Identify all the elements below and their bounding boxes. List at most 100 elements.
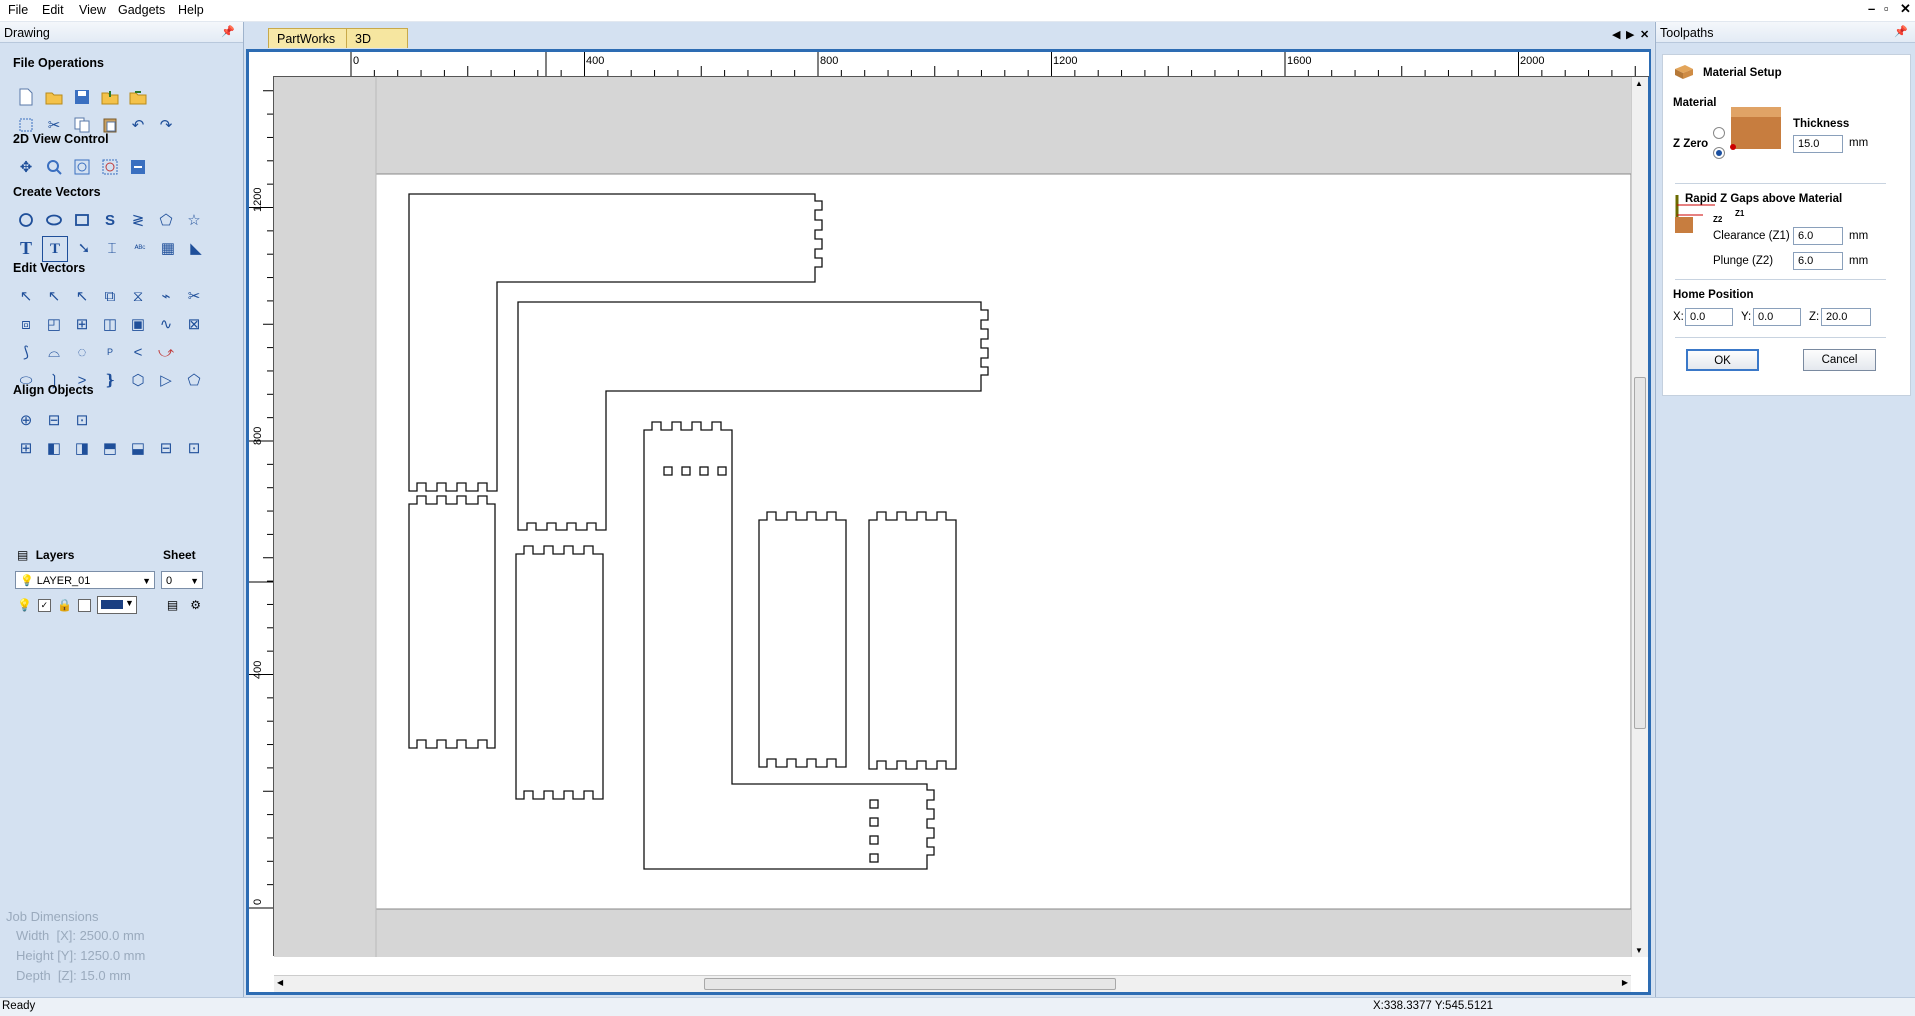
redo-icon[interactable]: ↷ xyxy=(154,113,178,137)
dimension-icon[interactable]: ◣ xyxy=(184,236,208,260)
auto-layout-text-icon[interactable]: ⌶ xyxy=(100,236,124,260)
text-icon[interactable]: T xyxy=(14,236,38,260)
distort-icon[interactable]: ⊞ xyxy=(70,312,94,336)
menu-edit[interactable]: Edit xyxy=(42,3,64,17)
layer-lock-icon[interactable]: 🔒 xyxy=(57,598,72,612)
drawing-view[interactable] xyxy=(274,77,1631,957)
home-x-input[interactable]: 0.0 xyxy=(1685,308,1733,326)
menu-view[interactable]: View xyxy=(79,3,106,17)
align-left-icon[interactable]: ◧ xyxy=(42,436,66,460)
home-z-input[interactable]: 20.0 xyxy=(1821,308,1871,326)
text-arc-icon[interactable]: ᴬᴮᶜ xyxy=(128,236,152,260)
text-box-icon[interactable]: T xyxy=(42,236,68,262)
align-right-icon[interactable]: ◨ xyxy=(70,436,94,460)
scroll-tabs-left-icon[interactable]: ◀ xyxy=(1612,28,1620,41)
text-on-curve-icon[interactable]: ➘ xyxy=(72,236,96,260)
close-vector-icon[interactable]: ◌ xyxy=(70,340,94,364)
align-center-icon[interactable]: ⊕ xyxy=(14,408,38,432)
home-y-input[interactable]: 0.0 xyxy=(1753,308,1801,326)
dogbone-icon[interactable]: ⟆ xyxy=(14,340,38,364)
pan-icon[interactable]: ✥ xyxy=(14,155,38,179)
polygon-icon[interactable]: ⬠ xyxy=(154,208,178,232)
offset-icon[interactable]: ⧈ xyxy=(14,312,38,336)
layer-tools-icon[interactable]: ⚙ xyxy=(190,598,201,612)
scissors-icon[interactable]: ✂ xyxy=(182,284,206,308)
ok-button[interactable]: OK xyxy=(1686,349,1759,371)
scroll-right-icon[interactable]: ▶ xyxy=(1622,978,1628,987)
interior-fillet-icon[interactable]: ⌓ xyxy=(42,340,66,364)
align-top-icon[interactable]: ⬒ xyxy=(98,436,122,460)
scroll-down-icon[interactable]: ▼ xyxy=(1635,946,1643,955)
sheet-select[interactable]: 0 ▼ xyxy=(161,571,203,589)
plunge-input[interactable]: 6.0 xyxy=(1793,252,1843,270)
nest-icon[interactable]: ▣ xyxy=(126,312,150,336)
smooth-icon[interactable]: ⊠ xyxy=(182,312,206,336)
node-edit-icon[interactable]: ↖ xyxy=(42,284,66,308)
circle-icon[interactable] xyxy=(14,208,38,232)
mirror-icon[interactable]: ⧖ xyxy=(126,284,150,308)
curve-icon[interactable]: S xyxy=(98,208,122,232)
layer-color-picker[interactable]: ▼ xyxy=(96,596,137,614)
brace-icon[interactable]: ❵ xyxy=(98,368,122,392)
curve-fit-icon[interactable]: ⤻ xyxy=(154,340,178,364)
array-icon[interactable]: ▦ xyxy=(156,236,180,260)
z-zero-top-radio[interactable] xyxy=(1713,127,1725,139)
vertical-scroll-thumb[interactable] xyxy=(1634,377,1646,729)
layer-visible-icon[interactable]: 💡 xyxy=(17,598,32,612)
zoom-extents-icon[interactable] xyxy=(70,155,94,179)
distribute-v-icon[interactable]: ⊡ xyxy=(182,436,206,460)
scroll-up-icon[interactable]: ▲ xyxy=(1635,79,1643,88)
export-folder-icon[interactable] xyxy=(126,85,150,109)
thickness-input[interactable]: 15.0 xyxy=(1793,135,1843,153)
trim-icon[interactable]: ⌁ xyxy=(154,284,178,308)
scroll-tabs-right-icon[interactable]: ▶ xyxy=(1626,28,1634,41)
weld-icon[interactable]: ◫ xyxy=(98,312,122,336)
join-icon[interactable]: ∿ xyxy=(154,312,178,336)
new-file-icon[interactable] xyxy=(14,85,38,109)
polyline-icon[interactable]: ≷ xyxy=(126,208,150,232)
insert-node-icon[interactable]: P xyxy=(98,340,122,364)
clearance-input[interactable]: 6.0 xyxy=(1793,227,1843,245)
transform-icon[interactable]: ↖ xyxy=(70,284,94,308)
open-folder-icon[interactable] xyxy=(42,85,66,109)
align-v-center-icon[interactable]: ⊡ xyxy=(70,408,94,432)
menu-gadgets[interactable]: Gadgets xyxy=(118,3,165,17)
zoom-selection-icon[interactable] xyxy=(98,155,122,179)
align-page-center-icon[interactable]: ⊞ xyxy=(14,436,38,460)
pentagon-shape-icon[interactable]: ⬠ xyxy=(182,368,206,392)
tab-3d-view[interactable]: 3D View xyxy=(346,28,408,66)
fillet-icon[interactable]: ◰ xyxy=(42,312,66,336)
menu-help[interactable]: Help xyxy=(178,3,204,17)
scroll-left-icon[interactable]: ◀ xyxy=(277,978,283,987)
minimize-icon[interactable]: – xyxy=(1868,1,1875,16)
rectangle-icon[interactable] xyxy=(70,208,94,232)
menu-file[interactable]: File xyxy=(8,3,28,17)
ellipse-icon[interactable] xyxy=(42,208,66,232)
cancel-button[interactable]: Cancel xyxy=(1803,349,1876,371)
rounded-shape-icon[interactable]: ⬡ xyxy=(126,368,150,392)
select-icon[interactable]: ↖ xyxy=(14,284,38,308)
restore-icon[interactable]: ▫ xyxy=(1884,1,1889,16)
drawing-canvas[interactable] xyxy=(274,77,1631,957)
z-zero-bottom-radio[interactable] xyxy=(1713,147,1725,159)
close-tab-icon[interactable]: ✕ xyxy=(1640,28,1649,41)
distribute-h-icon[interactable]: ⊟ xyxy=(154,436,178,460)
star-icon[interactable]: ☆ xyxy=(182,208,206,232)
align-h-center-icon[interactable]: ⊟ xyxy=(42,408,66,432)
layer-checkbox[interactable]: ✓ xyxy=(37,598,51,612)
layer-manager-icon[interactable]: ▤ xyxy=(167,598,178,612)
pin-icon[interactable]: 📌 xyxy=(1894,25,1908,38)
tab-shape-icon[interactable]: ▷ xyxy=(154,368,178,392)
align-bottom-icon[interactable]: ⬓ xyxy=(126,436,150,460)
view-toggle-icon[interactable] xyxy=(126,155,150,179)
pin-icon[interactable]: 📌 xyxy=(221,25,235,38)
zoom-in-icon[interactable] xyxy=(42,155,66,179)
save-icon[interactable] xyxy=(70,85,94,109)
vertical-scrollbar[interactable]: ▲ ▼ xyxy=(1631,77,1648,957)
import-folder-icon[interactable] xyxy=(98,85,122,109)
layer-select[interactable]: 💡 LAYER_01 ▼ xyxy=(15,571,155,589)
size-icon[interactable]: ⧉ xyxy=(98,284,122,308)
layer-checkbox-2[interactable] xyxy=(77,598,91,612)
close-icon[interactable]: ✕ xyxy=(1900,1,1911,17)
horizontal-scroll-thumb[interactable] xyxy=(704,978,1116,990)
